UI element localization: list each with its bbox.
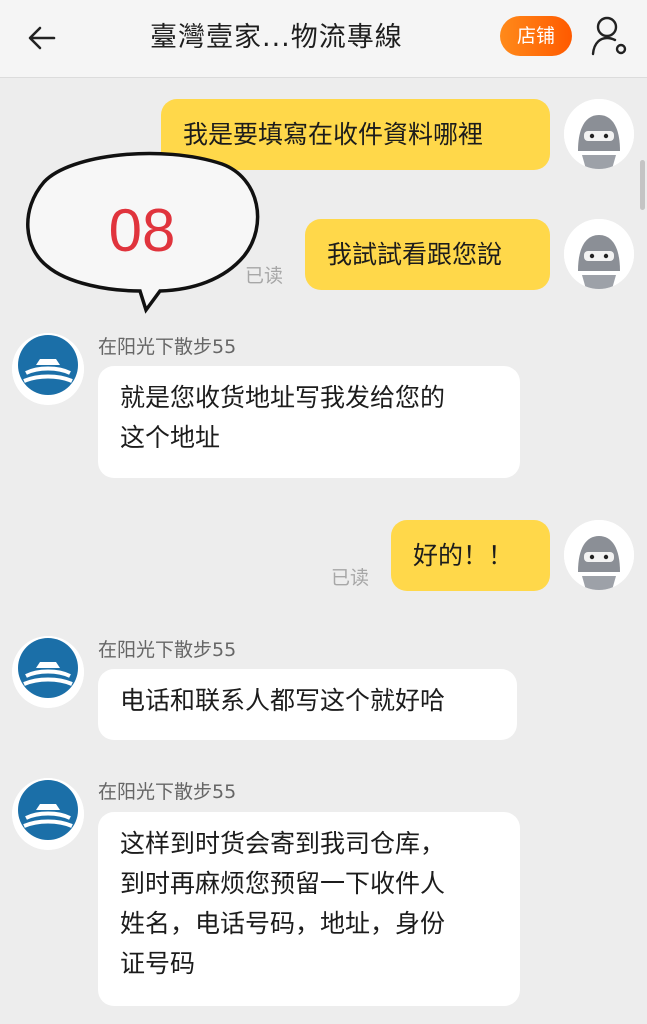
message-line: 这个地址 (120, 423, 221, 452)
read-receipt: 已读 (245, 265, 284, 287)
message-text: 好的！！ (413, 541, 514, 570)
shop-button[interactable]: 店铺 (500, 16, 572, 56)
sender-name: 在阳光下散步55 (98, 336, 237, 358)
message-bubble-other[interactable]: 这样到时货会寄到我司仓库， 到时再麻烦您预留一下收件人 姓名，电话号码，地址，身… (98, 812, 520, 1006)
contact-avatar[interactable] (12, 778, 84, 850)
ship-logo-icon (12, 778, 84, 850)
message-text: 我是要填寫在收件資料哪裡 (183, 120, 484, 149)
number-sticker: 08 (22, 148, 262, 318)
message-line: 这样到时货会寄到我司仓库， (120, 829, 446, 858)
scrollbar[interactable] (640, 160, 645, 210)
sender-name: 在阳光下散步55 (98, 781, 237, 803)
message-bubble-mine[interactable]: 我試試看跟您說 (305, 219, 550, 290)
read-receipt: 已读 (331, 567, 370, 589)
chat-title: 臺灣壹家...物流專線 (150, 22, 403, 53)
chat-header: 臺灣壹家...物流專線 店铺 (0, 0, 647, 78)
my-avatar[interactable] (564, 99, 634, 169)
ship-logo-icon (12, 333, 84, 405)
message-bubble-other[interactable]: 就是您收货地址写我发给您的 这个地址 (98, 366, 520, 478)
message-line: 姓名，电话号码，地址，身份 (120, 909, 446, 938)
ship-logo-icon (12, 636, 84, 708)
my-avatar[interactable] (564, 520, 634, 590)
contact-avatar[interactable] (12, 636, 84, 708)
message-line: 到时再麻烦您预留一下收件人 (120, 869, 446, 898)
ninja-avatar-icon (564, 219, 634, 289)
back-arrow-icon[interactable] (24, 20, 60, 56)
ninja-avatar-icon (564, 520, 634, 590)
message-line: 证号码 (120, 949, 196, 978)
sender-name: 在阳光下散步55 (98, 639, 237, 661)
message-bubble-mine[interactable]: 好的！！ (391, 520, 550, 591)
message-line: 就是您收货地址写我发给您的 (120, 383, 446, 412)
sticker-number: 08 (108, 197, 176, 264)
message-text: 我試試看跟您說 (327, 240, 503, 269)
contact-avatar[interactable] (12, 333, 84, 405)
message-line: 电话和联系人都写这个就好哈 (120, 686, 446, 715)
user-settings-icon[interactable] (590, 14, 630, 58)
message-bubble-other[interactable]: 电话和联系人都写这个就好哈 (98, 669, 517, 740)
ninja-avatar-icon (564, 99, 634, 169)
my-avatar[interactable] (564, 219, 634, 289)
